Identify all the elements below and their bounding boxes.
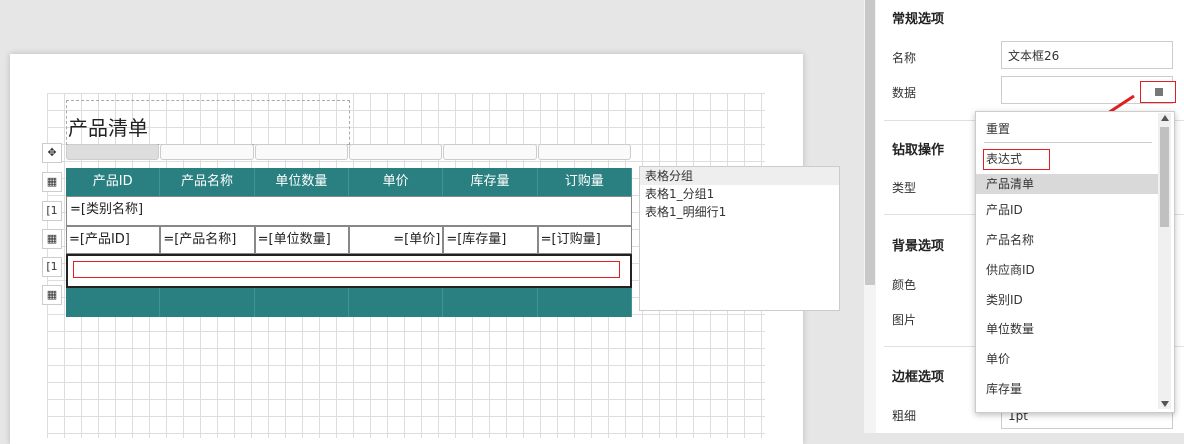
dropdown-item[interactable]: 产品ID [976, 200, 1158, 220]
column-handles[interactable] [66, 144, 632, 160]
thickness-label: 粗细 [892, 409, 917, 423]
detail-row-icon[interactable]: ▦ [42, 229, 62, 249]
type-label: 类型 [892, 181, 917, 195]
footer-cell[interactable] [538, 288, 632, 317]
dropdown-item[interactable]: 库存量 [976, 379, 1158, 399]
group-header-row: =[类别名称] [66, 196, 632, 226]
header-cell[interactable]: 产品名称 [160, 168, 255, 196]
table-footer-row [66, 288, 632, 317]
section-general-title: 常规选项 [892, 12, 945, 27]
column-handle[interactable] [66, 144, 160, 160]
dropdown-item[interactable]: 单位数量 [976, 319, 1158, 339]
dropdown-item[interactable]: 产品名称 [976, 230, 1158, 250]
header-cell[interactable]: 库存量 [443, 168, 538, 196]
tree-item[interactable]: 表格1_明细行1 [640, 203, 839, 221]
dropdown-item[interactable]: 类别ID [976, 290, 1158, 310]
report-canvas: 产品清单 ✥ ▦ [1 ▦ [1 ▦ 产品ID 产品名称 单位数量 单价 库存量… [0, 0, 860, 444]
footer-cell[interactable] [349, 288, 444, 317]
dropdown-scrollbar[interactable] [1158, 113, 1171, 409]
header-cell[interactable]: 单价 [349, 168, 444, 196]
name-field[interactable]: 文本框26 [1001, 41, 1173, 69]
column-handle[interactable] [160, 144, 254, 160]
table-group-tree: 表格分组 表格1_分组1 表格1_明细行1 [639, 166, 840, 311]
report-title: 产品清单 [68, 116, 148, 140]
table-footer-icon[interactable]: ▦ [42, 285, 62, 305]
group-footer-row[interactable] [66, 254, 632, 288]
data-label: 数据 [892, 86, 917, 100]
header-cell[interactable]: 单位数量 [255, 168, 349, 196]
data-expression-button[interactable] [1140, 81, 1176, 103]
selected-textbox[interactable] [73, 261, 620, 278]
detail-cell[interactable]: =[库存量] [443, 226, 538, 254]
tree-item[interactable]: 表格1_分组1 [640, 185, 839, 203]
scroll-up-icon[interactable] [1161, 115, 1169, 121]
column-handle[interactable] [254, 144, 348, 160]
canvas-scrollbar[interactable] [864, 0, 876, 433]
dropdown-item-dataset[interactable]: 产品清单 [976, 174, 1158, 194]
detail-row: =[产品ID] =[产品名称] =[单位数量] =[单价] =[库存量] =[订… [66, 226, 632, 254]
group-header-icon[interactable]: [1 [42, 201, 62, 221]
footer-cell[interactable] [443, 288, 538, 317]
tree-header: 表格分组 [640, 167, 839, 185]
detail-cell[interactable]: =[产品名称] [160, 226, 255, 254]
table-header-row: 产品ID 产品名称 单位数量 单价 库存量 订购量 [66, 168, 632, 196]
dropdown-item[interactable]: 供应商ID [976, 260, 1158, 280]
name-label: 名称 [892, 51, 917, 65]
color-label: 颜色 [892, 278, 917, 292]
expression-highlight-box [983, 149, 1050, 170]
column-handle[interactable] [348, 144, 443, 160]
header-cell[interactable]: 产品ID [66, 168, 161, 196]
section-drill-title: 钻取操作 [892, 143, 945, 158]
dropdown-item[interactable]: 单价 [976, 349, 1158, 369]
image-label: 图片 [892, 313, 917, 327]
column-handle[interactable] [537, 144, 631, 160]
square-icon [1155, 88, 1163, 96]
scroll-down-icon[interactable] [1161, 401, 1169, 407]
group-cell[interactable]: =[类别名称] [67, 197, 143, 225]
report-table: 产品ID 产品名称 单位数量 单价 库存量 订购量 =[类别名称] =[产品ID… [66, 168, 632, 317]
footer-cell[interactable] [255, 288, 349, 317]
footer-cell[interactable] [66, 288, 161, 317]
section-background-title: 背景选项 [892, 239, 945, 254]
group-footer-icon[interactable]: [1 [42, 257, 62, 277]
detail-cell[interactable]: =[订购量] [537, 226, 632, 254]
move-icon[interactable]: ✥ [42, 143, 62, 163]
detail-cell[interactable]: =[单价] [348, 226, 444, 254]
dropdown-scroll-thumb[interactable] [1160, 127, 1169, 227]
dropdown-item-reset[interactable]: 重置 [976, 119, 1158, 139]
section-border-title: 边框选项 [892, 370, 945, 385]
dropdown-separator [984, 142, 1152, 143]
detail-cell[interactable]: =[单位数量] [254, 226, 349, 254]
table-header-icon[interactable]: ▦ [42, 172, 62, 192]
header-cell[interactable]: 订购量 [538, 168, 632, 196]
detail-cell[interactable]: =[产品ID] [66, 226, 161, 254]
canvas-scroll-thumb[interactable] [865, 0, 875, 285]
column-handle[interactable] [443, 144, 537, 160]
footer-cell[interactable] [160, 288, 255, 317]
